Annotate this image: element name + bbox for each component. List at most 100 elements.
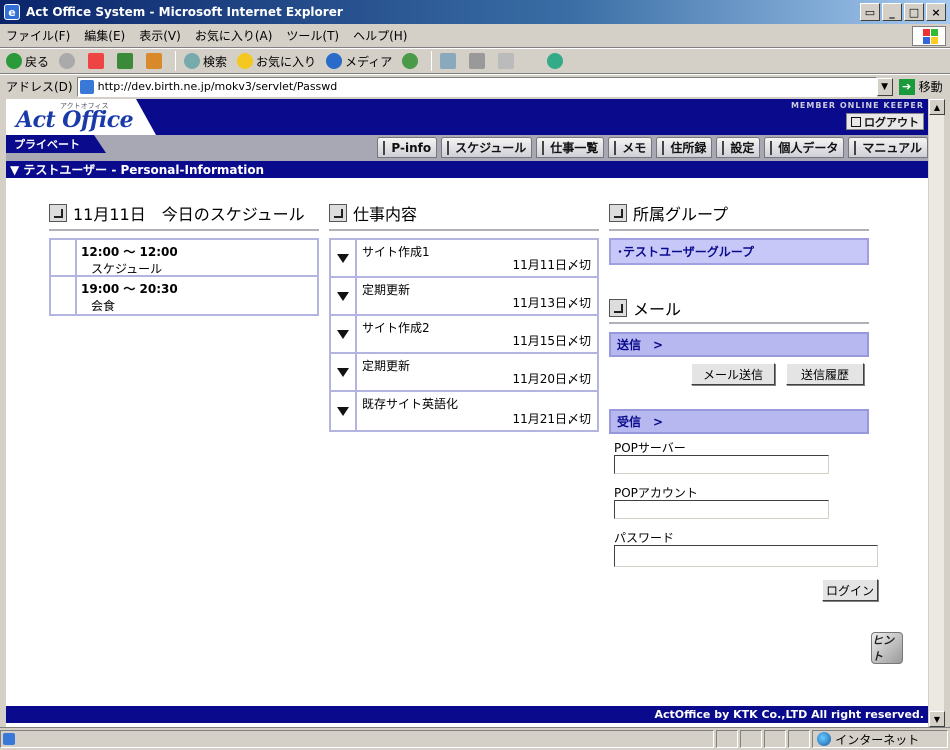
- tab-memo[interactable]: メモ: [608, 137, 653, 158]
- login-button[interactable]: ログイン: [822, 579, 878, 601]
- messenger-button[interactable]: [547, 53, 566, 69]
- group-item[interactable]: ･テストユーザーグループ: [609, 238, 869, 265]
- send-bar[interactable]: 送信 >: [609, 332, 869, 357]
- vertical-scrollbar[interactable]: ▲ ▼: [928, 99, 945, 727]
- divider: [49, 229, 319, 231]
- menu-view[interactable]: 表示(V): [139, 27, 181, 44]
- tagline: MEMBER ONLINE KEEPER: [790, 101, 924, 110]
- send-history-button[interactable]: 送信履歴: [786, 363, 864, 385]
- menu-file[interactable]: ファイル(F): [6, 27, 70, 44]
- close-button[interactable]: ×: [926, 3, 946, 21]
- address-dropdown-button[interactable]: ▼: [876, 77, 893, 96]
- menu-bar: ファイル(F) 編集(E) 表示(V) お気に入り(A) ツール(T) ヘルプ(…: [0, 24, 950, 48]
- tab-schedule[interactable]: スケジュール: [441, 137, 533, 158]
- menu-edit[interactable]: 編集(E): [84, 27, 125, 44]
- password-input[interactable]: [614, 545, 878, 567]
- extra-window-button[interactable]: ▭: [860, 3, 880, 21]
- receive-bar[interactable]: 受信 >: [609, 409, 869, 434]
- edit-button[interactable]: [498, 53, 517, 69]
- list-item[interactable]: 12:00 〜 12:00 スケジュール: [51, 240, 317, 277]
- tab-p-info[interactable]: P-info: [377, 137, 438, 158]
- window-controls: ▭ _ □ ×: [860, 3, 946, 21]
- schedule-name: スケジュール: [91, 262, 163, 276]
- forward-button[interactable]: [59, 53, 78, 69]
- status-seg: [764, 730, 787, 748]
- job-due: 11月21日〆切: [512, 412, 591, 426]
- list-item[interactable]: サイト作成2 11月15日〆切: [331, 316, 597, 354]
- home-button[interactable]: [146, 53, 165, 69]
- address-bar: アドレス(D) http://dev.birth.ne.jp/mokv3/ser…: [0, 74, 950, 98]
- job-due: 11月11日〆切: [512, 258, 591, 272]
- star-icon: [237, 53, 254, 69]
- schedule-name: 会食: [91, 299, 116, 313]
- list-item[interactable]: 19:00 〜 20:30 会食: [51, 277, 317, 314]
- pop-server-input[interactable]: [614, 455, 829, 474]
- search-button[interactable]: 検索: [184, 53, 227, 70]
- globe-icon: [817, 732, 832, 746]
- arrow-box-icon: [609, 204, 627, 222]
- status-bar: インターネット: [0, 727, 950, 750]
- home-icon: [851, 116, 861, 127]
- pop-account-label: POPアカウント: [614, 486, 698, 500]
- tab-manual[interactable]: マニュアル: [848, 137, 928, 158]
- schedule-title-text: 11月11日 今日のスケジュール: [73, 205, 305, 224]
- media-button[interactable]: メディア: [326, 53, 392, 70]
- print-button[interactable]: [469, 53, 488, 69]
- hint-icon[interactable]: ヒント: [871, 632, 903, 664]
- job-due: 11月15日〆切: [512, 334, 591, 348]
- page-icon: [79, 79, 94, 94]
- list-item[interactable]: 既存サイト英語化 11月21日〆切: [331, 392, 597, 430]
- tab-personal-data[interactable]: 個人データ: [764, 137, 845, 158]
- job-due: 11月20日〆切: [512, 372, 591, 386]
- maximize-button[interactable]: □: [904, 3, 924, 21]
- menu-help[interactable]: ヘルプ(H): [353, 27, 407, 44]
- go-button[interactable]: ➔ 移動: [898, 78, 943, 95]
- schedule-time: 12:00 〜 12:00: [81, 245, 178, 259]
- minimize-button[interactable]: _: [882, 3, 902, 21]
- tab-address-book[interactable]: 住所録: [656, 137, 713, 158]
- address-input[interactable]: http://dev.birth.ne.jp/mokv3/servlet/Pas…: [76, 76, 877, 97]
- scroll-up-button[interactable]: ▲: [929, 99, 945, 115]
- history-button[interactable]: [402, 53, 421, 69]
- send-mail-button[interactable]: メール送信: [691, 363, 775, 385]
- window-title-bar: e Act Office System - Microsoft Internet…: [0, 0, 950, 24]
- menu-tools[interactable]: ツール(T): [286, 27, 339, 44]
- private-tag: プライベート: [6, 135, 106, 153]
- stop-icon: [88, 53, 105, 69]
- section-bar: ▼ テストユーザー - Personal-Information: [6, 161, 928, 178]
- tab-jobs[interactable]: 仕事一覧: [536, 137, 605, 158]
- jobs-list: サイト作成1 11月11日〆切 定期更新 11月13日〆切 サイト作成2 11月…: [329, 238, 599, 432]
- logout-button[interactable]: ログアウト: [846, 113, 924, 130]
- row-marker: [51, 277, 77, 314]
- divider: [609, 229, 869, 231]
- back-button[interactable]: 戻る: [6, 53, 49, 70]
- mail-button[interactable]: [440, 53, 459, 69]
- history-icon: [402, 53, 419, 69]
- favorites-button[interactable]: お気に入り: [237, 53, 316, 70]
- ie-icon: e: [4, 4, 20, 20]
- refresh-button[interactable]: [117, 53, 136, 69]
- act-office-logo[interactable]: Act Office: [16, 107, 134, 133]
- stop-button[interactable]: [88, 53, 107, 69]
- go-label: 移動: [918, 80, 943, 94]
- menu-favorites[interactable]: お気に入り(A): [195, 27, 273, 44]
- triangle-down-icon: [337, 253, 349, 263]
- tab-settings[interactable]: 設定: [716, 137, 761, 158]
- triangle-down-icon: [337, 291, 349, 301]
- address-label: アドレス(D): [6, 80, 73, 94]
- mail-icon: [440, 53, 457, 69]
- search-label: 検索: [203, 54, 228, 69]
- list-item[interactable]: 定期更新 11月20日〆切: [331, 354, 597, 392]
- back-label: 戻る: [25, 54, 50, 69]
- scroll-down-button[interactable]: ▼: [929, 711, 945, 727]
- list-item[interactable]: サイト作成1 11月11日〆切: [331, 240, 597, 278]
- group-title: 所属グループ: [609, 201, 728, 225]
- messenger-icon: [547, 53, 564, 69]
- back-arrow-icon: [6, 53, 22, 69]
- row-marker: [51, 240, 77, 275]
- window-title: Act Office System - Microsoft Internet E…: [26, 5, 343, 19]
- list-item[interactable]: 定期更新 11月13日〆切: [331, 278, 597, 316]
- nav-tabs: P-info スケジュール 仕事一覧 メモ 住所録 設定 個人データ マニュアル: [377, 137, 928, 158]
- pop-account-input[interactable]: [614, 500, 829, 519]
- site-footer: ActOffice by KTK Co.,LTD All right reser…: [6, 706, 928, 723]
